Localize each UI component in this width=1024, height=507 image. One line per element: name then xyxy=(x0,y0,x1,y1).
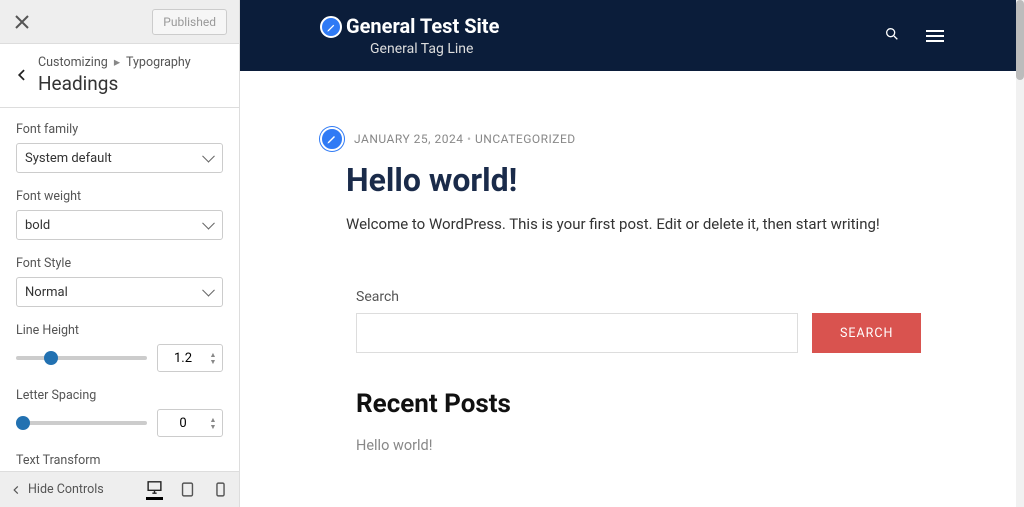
device-toggle xyxy=(146,479,229,500)
preview-pane: General Test Site General Tag Line JANUA… xyxy=(240,0,1024,507)
search-widget-label: Search xyxy=(356,289,944,305)
font-weight-label: Font weight xyxy=(16,189,223,204)
device-tablet[interactable] xyxy=(179,481,196,498)
site-branding[interactable]: General Test Site General Tag Line xyxy=(320,14,499,57)
mobile-icon xyxy=(212,481,229,498)
header-menu-button[interactable] xyxy=(926,27,944,45)
font-weight-select[interactable]: bold xyxy=(16,210,223,240)
hamburger-icon xyxy=(926,30,944,32)
search-input[interactable] xyxy=(356,313,798,353)
letter-spacing-label: Letter Spacing xyxy=(16,388,223,403)
device-mobile[interactable] xyxy=(212,481,229,498)
font-weight-field: Font weight bold xyxy=(16,189,223,240)
chevron-left-icon xyxy=(15,68,29,82)
breadcrumb: Customizing ▸ Typography xyxy=(38,54,225,70)
post-meta: JANUARY 25, 2024 • UNCATEGORIZED xyxy=(354,132,576,146)
header-search-button[interactable] xyxy=(884,26,900,46)
font-family-field: Font family System default xyxy=(16,122,223,173)
site-content: JANUARY 25, 2024 • UNCATEGORIZED Hello w… xyxy=(240,71,1024,474)
sidebar-widgets: Search SEARCH Recent Posts Hello world! xyxy=(356,289,944,454)
site-tagline: General Tag Line xyxy=(370,41,499,57)
desktop-icon xyxy=(146,479,163,496)
scrollbar-thumb[interactable] xyxy=(1016,0,1024,80)
site-header: General Test Site General Tag Line xyxy=(240,0,1024,71)
breadcrumb-separator: ▸ xyxy=(114,55,120,70)
letter-spacing-number[interactable]: ▲▼ xyxy=(157,409,223,437)
header-actions xyxy=(884,26,944,46)
letter-spacing-input[interactable] xyxy=(164,416,202,431)
panel-title: Headings xyxy=(38,72,225,95)
breadcrumb-root: Customizing xyxy=(38,55,108,70)
spinner-icon[interactable]: ▲▼ xyxy=(206,412,220,434)
hide-controls-label: Hide Controls xyxy=(28,482,104,497)
font-family-label: Font family xyxy=(16,122,223,137)
post-category[interactable]: UNCATEGORIZED xyxy=(475,132,576,146)
device-desktop[interactable] xyxy=(146,479,163,500)
post-body: Welcome to WordPress. This is your first… xyxy=(346,215,944,233)
hide-controls-button[interactable]: Hide Controls xyxy=(10,482,104,497)
line-height-field: Line Height ▲▼ xyxy=(16,323,223,372)
customizer-panel: Published Customizing ▸ Typography Headi… xyxy=(0,0,240,507)
pencil-icon xyxy=(326,133,338,145)
panel-footer: Hide Controls xyxy=(0,471,239,507)
recent-posts-heading: Recent Posts xyxy=(356,389,944,419)
panel-top-bar: Published xyxy=(0,0,239,44)
font-style-select[interactable]: Normal xyxy=(16,277,223,307)
meta-separator: • xyxy=(467,132,475,146)
preview-scrollbar[interactable] xyxy=(1016,0,1024,507)
back-button[interactable] xyxy=(14,68,30,82)
spinner-icon[interactable]: ▲▼ xyxy=(206,347,220,369)
text-transform-label: Text Transform xyxy=(16,453,223,468)
letter-spacing-slider[interactable] xyxy=(16,421,147,425)
tablet-icon xyxy=(179,481,196,498)
pencil-icon xyxy=(326,22,337,33)
publish-button[interactable]: Published xyxy=(152,9,227,35)
panel-body: Font family System default Font weight b… xyxy=(0,108,239,471)
search-widget: SEARCH xyxy=(356,313,944,353)
chevron-left-icon xyxy=(10,484,22,496)
post-date: JANUARY 25, 2024 xyxy=(354,132,463,146)
breadcrumb-parent: Typography xyxy=(126,55,191,70)
close-button[interactable] xyxy=(12,12,32,32)
site-title: General Test Site xyxy=(346,14,499,38)
line-height-slider[interactable] xyxy=(16,356,147,360)
edit-shortcut-button[interactable] xyxy=(320,127,344,151)
letter-spacing-field: Letter Spacing ▲▼ xyxy=(16,388,223,437)
text-transform-field: Text Transform - Aa aa AA xyxy=(16,453,223,471)
panel-header: Customizing ▸ Typography Headings xyxy=(0,44,239,108)
post-title[interactable]: Hello world! xyxy=(346,161,944,199)
post-meta-row: JANUARY 25, 2024 • UNCATEGORIZED xyxy=(320,127,944,151)
font-family-select[interactable]: System default xyxy=(16,143,223,173)
recent-post-link[interactable]: Hello world! xyxy=(356,437,944,454)
line-height-label: Line Height xyxy=(16,323,223,338)
search-icon xyxy=(884,26,900,42)
search-button[interactable]: SEARCH xyxy=(812,313,921,353)
line-height-input[interactable] xyxy=(164,351,202,366)
font-style-label: Font Style xyxy=(16,256,223,271)
font-style-field: Font Style Normal xyxy=(16,256,223,307)
site-logo-icon xyxy=(320,16,342,38)
close-icon xyxy=(12,12,32,32)
line-height-number[interactable]: ▲▼ xyxy=(157,344,223,372)
